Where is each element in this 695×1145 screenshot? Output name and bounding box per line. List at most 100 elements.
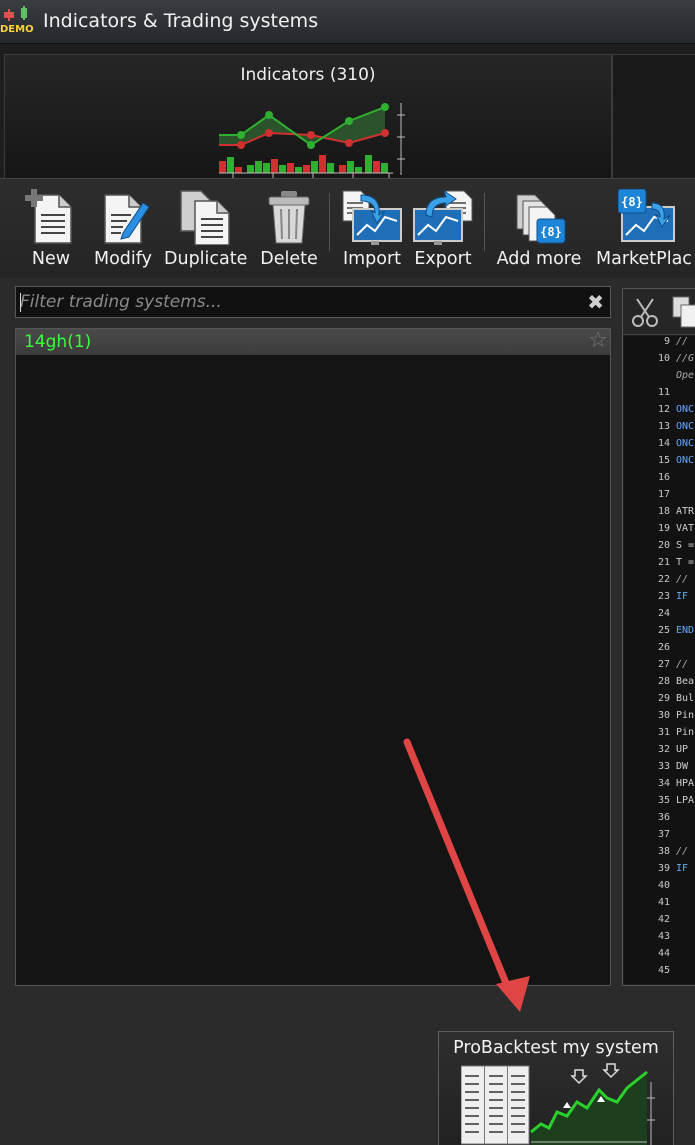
code-line: 19 VAT	[624, 523, 695, 540]
code-text: ONC	[676, 455, 695, 466]
line-number: 11	[657, 387, 670, 398]
line-number: 34	[657, 778, 670, 789]
line-number: 31	[657, 727, 670, 738]
line-number: 29	[657, 693, 670, 704]
code-line: 28 Bea	[624, 676, 695, 693]
probacktest-button[interactable]: ProBacktest my system	[438, 1031, 674, 1145]
line-number: 17	[657, 489, 670, 500]
line-number: 12	[657, 404, 670, 415]
new-button[interactable]: New	[22, 189, 80, 269]
code-line: 39 IF	[624, 863, 695, 880]
add-more-button[interactable]: {8} Add more	[494, 189, 584, 269]
code-line: 44	[624, 948, 695, 965]
list-item[interactable]: 14gh(1) ☆	[16, 328, 610, 355]
code-text: IF	[676, 863, 689, 874]
window-title: Indicators & Trading systems	[43, 10, 319, 32]
modify-label: Modify	[94, 249, 152, 269]
code-text: IF	[676, 591, 689, 602]
duplicate-button[interactable]: Duplicate	[164, 189, 248, 269]
code-line: 37	[624, 829, 695, 846]
tab-second[interactable]	[612, 54, 695, 178]
code-line: 20 S =	[624, 540, 695, 557]
tab-indicators[interactable]: Indicators (310)	[4, 54, 612, 179]
code-text: ONC	[676, 438, 695, 449]
code-line: 35 LPA	[624, 795, 695, 812]
line-number: 36	[657, 812, 670, 823]
code-line: 15 ONC	[624, 455, 695, 472]
trash-icon	[268, 191, 310, 244]
new-label: New	[31, 249, 71, 269]
code-line: 41	[624, 897, 695, 914]
line-number: 35	[657, 795, 670, 806]
delete-button[interactable]: Delete	[258, 189, 320, 269]
indicators-chart-icon	[219, 103, 405, 179]
svg-text:{8}: {8}	[540, 225, 562, 239]
import-icon	[342, 190, 402, 245]
import-label: Import	[342, 249, 402, 269]
duplicate-label: Duplicate	[164, 249, 248, 269]
marketplace-button[interactable]: {8} MarketPlac	[596, 189, 695, 269]
line-number: 27	[657, 659, 670, 670]
code-text: ONC	[676, 404, 695, 415]
top-tabs: Indicators (310)	[0, 44, 695, 179]
code-line: 33 DW	[624, 761, 695, 778]
import-button[interactable]: Import	[340, 189, 404, 269]
code-line: 9 //	[624, 336, 695, 353]
export-button[interactable]: Export	[412, 189, 474, 269]
code-line: 22 //	[624, 574, 695, 591]
code-line: 42	[624, 914, 695, 931]
clear-x-icon[interactable]: ✖	[587, 290, 604, 314]
code-toolbar	[623, 289, 695, 335]
line-number: 14	[657, 438, 670, 449]
code-text: ONC	[676, 421, 695, 432]
code-text: Bul	[676, 693, 695, 704]
code-line: 43	[624, 931, 695, 948]
code-text: //	[676, 659, 689, 670]
code-line: 23 IF	[624, 591, 695, 608]
line-number: 32	[657, 744, 670, 755]
code-line: Ope	[624, 370, 695, 387]
copy-icon[interactable]	[671, 295, 695, 329]
delete-label: Delete	[260, 249, 318, 269]
code-text: T =	[676, 557, 695, 568]
toolbar-separator	[484, 193, 485, 251]
toolbar-separator	[329, 193, 330, 251]
code-line: 21 T =	[624, 557, 695, 574]
svg-text:DEMO: DEMO	[0, 24, 34, 35]
code-line: 29 Bul	[624, 693, 695, 710]
export-label: Export	[414, 249, 472, 269]
line-number: 16	[657, 472, 670, 483]
code-line: 17	[624, 489, 695, 506]
code-line: 38 //	[624, 846, 695, 863]
code-line: 14 ONC	[624, 438, 695, 455]
title-bar: DEMO Indicators & Trading systems	[0, 0, 695, 44]
line-number: 30	[657, 710, 670, 721]
demo-badge-icon: DEMO	[0, 6, 34, 35]
filter-input[interactable]	[20, 290, 580, 314]
line-number: 10	[657, 353, 670, 364]
code-editor-panel: 9 // 10 //G Ope 11 12 ONC 13 ONC 14 ONC 15 ONC 16 17 18 A…	[622, 288, 695, 986]
line-number: 39	[657, 863, 670, 874]
line-number: 23	[657, 591, 670, 602]
line-number: 33	[657, 761, 670, 772]
modify-button[interactable]: Modify	[92, 189, 154, 269]
code-text: ATR	[676, 506, 695, 517]
scissors-icon[interactable]	[631, 297, 659, 327]
code-line: 12 ONC	[624, 404, 695, 421]
code-line: 10 //G	[624, 353, 695, 370]
code-line: 16	[624, 472, 695, 489]
new-document-icon	[25, 189, 72, 244]
line-number: 45	[657, 965, 670, 976]
line-number: 41	[657, 897, 670, 908]
code-body[interactable]: 9 // 10 //G Ope 11 12 ONC 13 ONC 14 ONC 15 ONC 16 17 18 A…	[624, 336, 695, 984]
line-number: 44	[657, 948, 670, 959]
text-caret	[20, 293, 21, 312]
code-line: 25 END	[624, 625, 695, 642]
marketplace-icon: {8}	[618, 189, 675, 242]
code-text: //G	[676, 353, 695, 364]
star-icon[interactable]: ☆	[588, 328, 608, 353]
line-number: 25	[657, 625, 670, 636]
line-number: 26	[657, 642, 670, 653]
line-number: 21	[657, 557, 670, 568]
line-number: 28	[657, 676, 670, 687]
